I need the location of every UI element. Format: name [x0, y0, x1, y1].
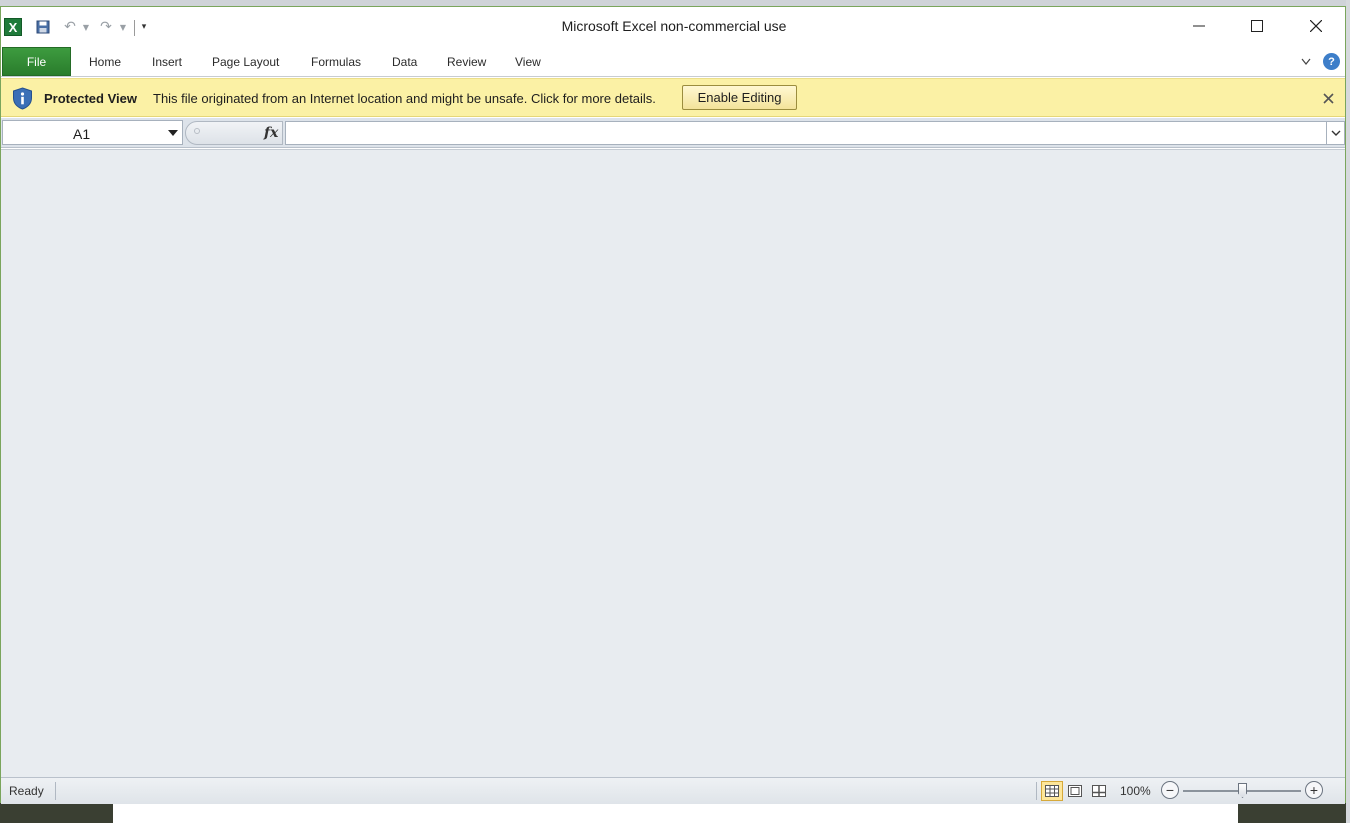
page-break-icon — [1092, 785, 1106, 797]
redo-dropdown[interactable]: ▼ — [118, 18, 128, 36]
excel-logo-icon[interactable]: X — [4, 18, 22, 36]
protected-view-bar[interactable]: Protected View This file originated from… — [1, 78, 1345, 117]
close-protected-view-button[interactable] — [1319, 89, 1337, 107]
qat-divider — [134, 20, 135, 36]
formula-bar: A1 fx — [1, 118, 1345, 148]
protected-view-title: Protected View — [44, 91, 137, 106]
save-button[interactable] — [34, 18, 52, 36]
minimize-icon — [1193, 25, 1205, 27]
shield-info-icon — [13, 87, 32, 110]
help-icon[interactable]: ? — [1323, 53, 1340, 70]
enable-editing-button[interactable]: Enable Editing — [682, 85, 797, 110]
minimize-button[interactable] — [1170, 7, 1228, 45]
chevron-down-icon — [1331, 130, 1340, 136]
customize-qat-button[interactable]: ▾ — [138, 18, 150, 36]
tab-page-layout[interactable]: Page Layout — [212, 47, 279, 76]
minimize-ribbon-button[interactable] — [1299, 55, 1313, 69]
undo-dropdown[interactable]: ▼ — [81, 18, 91, 36]
undo-icon: ↶ — [64, 19, 76, 35]
status-bar: Ready 100% − + — [1, 777, 1345, 804]
minus-icon: − — [1165, 782, 1175, 798]
chevron-down-icon: ▼ — [119, 22, 127, 32]
chevron-down-icon — [168, 130, 178, 136]
title-bar: X ↶ ▼ ↷ ▼ ▾ Microsoft Excel non-commerci… — [1, 7, 1345, 45]
redo-button[interactable]: ↷ — [97, 18, 115, 36]
maximize-button[interactable] — [1228, 7, 1286, 45]
formula-tools: fx — [185, 121, 283, 145]
customize-arrow-icon: ▾ — [141, 22, 147, 32]
desktop-background-window — [113, 803, 1238, 823]
maximize-icon — [1251, 20, 1263, 32]
name-box[interactable]: A1 — [2, 120, 183, 145]
status-text: Ready — [9, 784, 44, 798]
page-layout-icon — [1068, 785, 1082, 797]
window-title: Microsoft Excel non-commercial use — [561, 18, 787, 34]
tab-formulas[interactable]: Formulas — [311, 47, 361, 76]
excel-window: X ↶ ▼ ↷ ▼ ▾ Microsoft Excel non-commerci… — [0, 6, 1346, 804]
status-divider — [1036, 782, 1037, 800]
close-icon — [1310, 20, 1322, 32]
resize-grip-icon[interactable] — [194, 128, 200, 134]
chevron-down-icon: ▼ — [82, 22, 90, 32]
page-layout-view-button[interactable] — [1064, 781, 1086, 801]
zoom-out-button[interactable]: − — [1161, 781, 1179, 799]
name-box-value: A1 — [73, 126, 91, 142]
tab-file[interactable]: File — [2, 47, 71, 76]
zoom-in-button[interactable]: + — [1305, 781, 1323, 799]
page-break-view-button[interactable] — [1088, 781, 1110, 801]
normal-view-button[interactable] — [1041, 781, 1063, 801]
tab-data[interactable]: Data — [392, 47, 417, 76]
redo-icon: ↷ — [100, 19, 112, 35]
grid-view-icon — [1045, 785, 1059, 797]
tab-view[interactable]: View — [515, 47, 541, 76]
undo-button[interactable]: ↶ — [61, 18, 79, 36]
insert-function-icon[interactable]: fx — [264, 125, 278, 141]
save-icon — [36, 20, 50, 34]
close-icon — [1322, 92, 1334, 104]
ribbon-tabs: File Home Insert Page Layout Formulas Da… — [1, 45, 1345, 77]
zoom-level-button[interactable]: 100% — [1120, 784, 1151, 798]
chevron-down-icon — [1301, 58, 1311, 65]
desktop-background-right — [1346, 0, 1350, 823]
tab-review[interactable]: Review — [447, 47, 486, 76]
plus-icon: + — [1309, 782, 1319, 798]
expand-formula-bar-button[interactable] — [1327, 121, 1345, 145]
workbook-area — [1, 149, 1345, 777]
formula-input[interactable] — [285, 121, 1327, 145]
close-window-button[interactable] — [1287, 7, 1345, 45]
tab-insert[interactable]: Insert — [152, 47, 182, 76]
status-divider — [55, 782, 56, 800]
name-box-dropdown[interactable] — [166, 125, 180, 141]
tab-home[interactable]: Home — [89, 47, 121, 76]
zoom-slider-thumb[interactable] — [1238, 783, 1247, 798]
protected-view-message[interactable]: This file originated from an Internet lo… — [153, 91, 656, 106]
